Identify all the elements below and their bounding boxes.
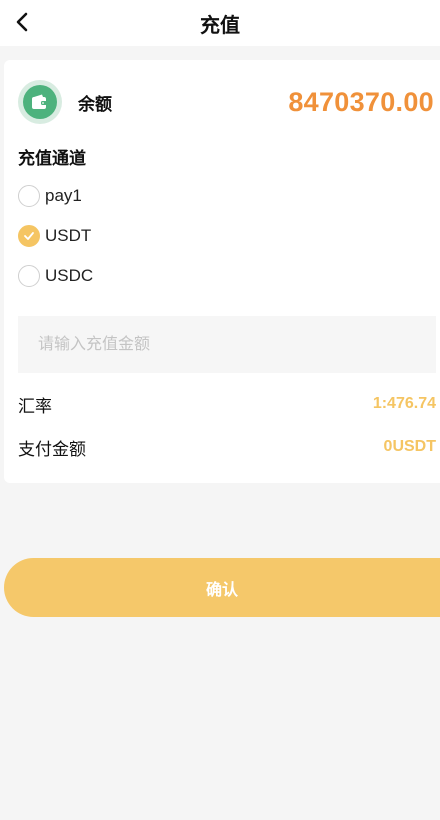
balance-value: 8470370.00 [288,86,434,117]
exchange-rate-row: 汇率 1:476.74 [18,392,436,416]
channel-option-usdc[interactable]: USDC [18,263,93,289]
pay-amount-label: 支付金额 [18,439,86,459]
page-title: 充值 [200,14,240,37]
balance-label: 余额 [78,94,112,114]
recharge-amount-input[interactable] [18,316,436,373]
exchange-rate-label: 汇率 [18,396,52,416]
radio-checked-icon [18,225,40,247]
confirm-button[interactable]: 确认 [4,558,440,617]
channel-option-pay1[interactable]: pay1 [18,183,82,209]
wallet-icon [32,94,47,109]
channel-label: pay1 [45,186,82,205]
recharge-card: 余额 8470370.00 充值通道 pay1 USDT USDC 汇率 1:4… [4,60,440,483]
radio-unchecked-icon [18,265,40,287]
exchange-rate-value: 1:476.74 [372,395,436,412]
channel-label: USDT [45,226,92,245]
channel-section-title: 充值通道 [18,149,86,168]
channel-label: USDC [45,266,94,285]
channel-option-usdt[interactable]: USDT [18,223,91,249]
radio-unchecked-icon [18,185,40,207]
top-nav-bar: 充值 [0,0,440,46]
wallet-avatar [18,80,62,124]
chevron-left-icon [16,12,28,32]
back-button[interactable] [8,8,36,36]
pay-amount-row: 支付金额 0USDT [18,435,436,459]
balance-row: 余额 8470370.00 [18,80,434,124]
pay-amount-value: 0USDT [383,438,436,455]
